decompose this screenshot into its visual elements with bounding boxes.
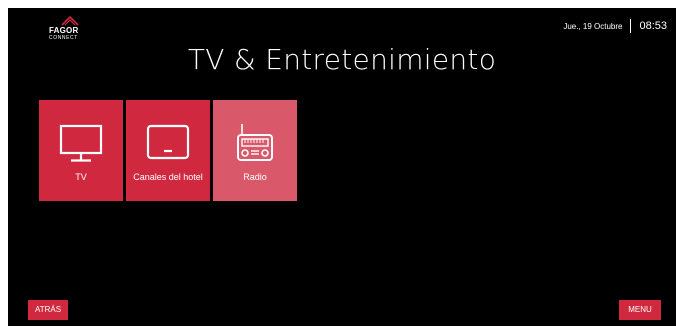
tablet-tv-icon [146,124,190,160]
tile-radio[interactable]: Radio [213,100,297,201]
menu-button[interactable]: MENU [619,300,661,320]
brand-logo: FAGOR CONNECT [49,14,99,46]
tile-tv[interactable]: TV [39,100,123,201]
radio-icon [237,124,273,161]
time-label: 08:53 [639,20,667,32]
tile-label-radio: Radio [243,172,267,182]
date-label: Jue., 19 Octubre [563,21,623,31]
brand-sub: CONNECT [49,35,78,41]
page-title: TV & Entretenimiento [187,43,497,76]
date-time: Jue., 19 Octubre 08:53 [563,19,667,33]
tile-grid: TV Canales del hotel Radio [39,100,300,201]
tv-icon [59,124,103,162]
tile-label-hotel-channels: Canales del hotel [133,172,203,182]
back-button[interactable]: ATRÁS [28,300,68,320]
house-logo-icon [61,15,79,26]
date-time-divider [630,19,632,33]
brand-name: FAGOR [49,26,79,35]
tv-screen: FAGOR CONNECT Jue., 19 Octubre 08:53 TV … [8,8,676,326]
tile-label-tv: TV [75,172,87,182]
tile-hotel-channels[interactable]: Canales del hotel [126,100,210,201]
